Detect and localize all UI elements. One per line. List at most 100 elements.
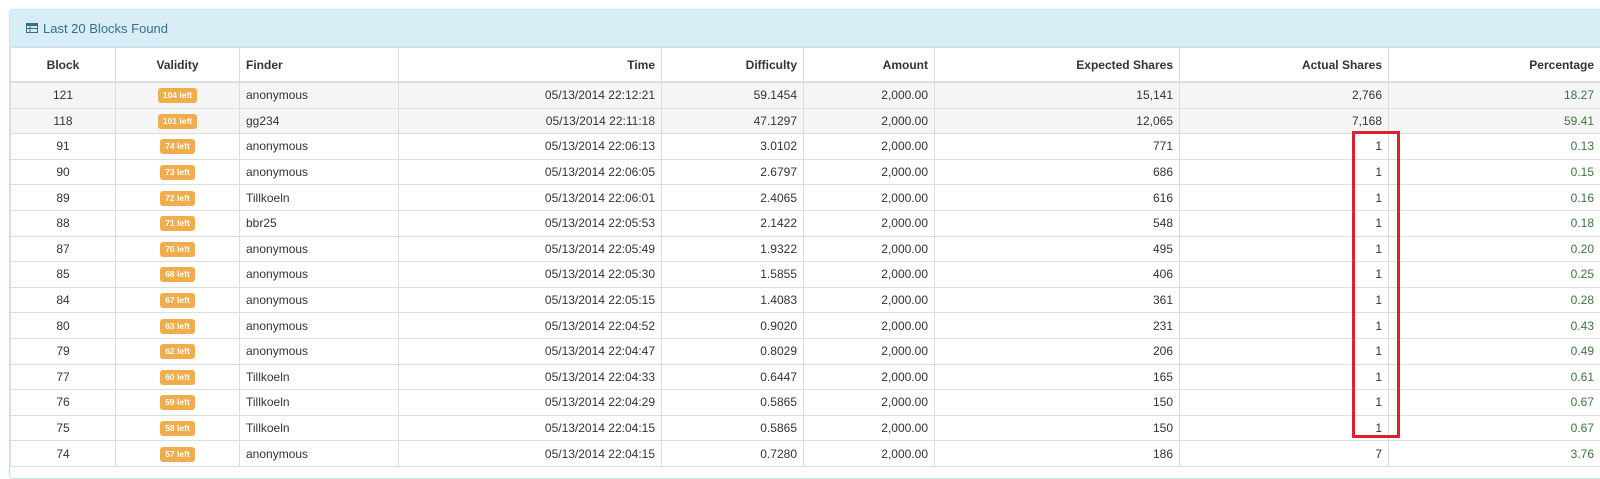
table-row: 121104 leftanonymous05/13/2014 22:12:215… — [11, 82, 1600, 108]
cell-finder[interactable]: anonymous — [240, 338, 399, 364]
cell-time: 05/13/2014 22:05:49 — [399, 236, 662, 262]
cell-expected-shares: 406 — [935, 262, 1180, 288]
cell-expected-shares: 186 — [935, 441, 1180, 467]
cell-finder[interactable]: anonymous — [240, 134, 399, 160]
table-row: 8467 leftanonymous05/13/2014 22:05:151.4… — [11, 287, 1600, 313]
cell-expected-shares: 686 — [935, 159, 1180, 185]
table-row: 9174 leftanonymous05/13/2014 22:06:133.0… — [11, 134, 1600, 160]
cell-percentage: 0.13 — [1389, 134, 1600, 160]
cell-difficulty: 2.6797 — [662, 159, 804, 185]
column-header-time[interactable]: Time — [399, 48, 662, 83]
cell-time: 05/13/2014 22:05:53 — [399, 210, 662, 236]
cell-amount: 2,000.00 — [804, 210, 935, 236]
validity-badge: 63 left — [160, 319, 195, 334]
cell-difficulty: 1.9322 — [662, 236, 804, 262]
cell-time: 05/13/2014 22:04:33 — [399, 364, 662, 390]
cell-block: 118 — [11, 108, 116, 134]
cell-finder[interactable]: anonymous — [240, 441, 399, 467]
cell-validity: 101 left — [116, 108, 240, 134]
table-row: 7558 leftTillkoeln05/13/2014 22:04:150.5… — [11, 415, 1600, 441]
cell-difficulty: 2.4065 — [662, 185, 804, 211]
cell-finder[interactable]: gg234 — [240, 108, 399, 134]
cell-finder[interactable]: Tillkoeln — [240, 415, 399, 441]
cell-block: 91 — [11, 134, 116, 160]
cell-validity: 70 left — [116, 236, 240, 262]
validity-badge: 62 left — [160, 344, 195, 359]
cell-amount: 2,000.00 — [804, 236, 935, 262]
cell-time: 05/13/2014 22:04:52 — [399, 313, 662, 339]
cell-time: 05/13/2014 22:11:18 — [399, 108, 662, 134]
cell-actual-shares: 1 — [1180, 415, 1389, 441]
cell-actual-shares: 1 — [1180, 236, 1389, 262]
cell-block: 85 — [11, 262, 116, 288]
cell-difficulty: 0.7280 — [662, 441, 804, 467]
cell-finder[interactable]: anonymous — [240, 313, 399, 339]
cell-expected-shares: 150 — [935, 390, 1180, 416]
cell-time: 05/13/2014 22:04:47 — [399, 338, 662, 364]
table-row: 8063 leftanonymous05/13/2014 22:04:520.9… — [11, 313, 1600, 339]
table-row: 8871 leftbbr2505/13/2014 22:05:532.14222… — [11, 210, 1600, 236]
column-header-block[interactable]: Block — [11, 48, 116, 83]
cell-validity: 67 left — [116, 287, 240, 313]
cell-block: 80 — [11, 313, 116, 339]
cell-validity: 72 left — [116, 185, 240, 211]
column-header-finder[interactable]: Finder — [240, 48, 399, 83]
cell-actual-shares: 1 — [1180, 262, 1389, 288]
cell-finder[interactable]: Tillkoeln — [240, 185, 399, 211]
validity-badge: 73 left — [160, 165, 195, 180]
cell-time: 05/13/2014 22:12:21 — [399, 82, 662, 108]
column-header-difficulty[interactable]: Difficulty — [662, 48, 804, 83]
blocks-table: Block Validity Finder Time Difficulty Am… — [10, 47, 1600, 467]
column-header-amount[interactable]: Amount — [804, 48, 935, 83]
cell-validity: 58 left — [116, 415, 240, 441]
cell-percentage: 0.61 — [1389, 364, 1600, 390]
column-header-expected-shares[interactable]: Expected Shares — [935, 48, 1180, 83]
validity-badge: 67 left — [160, 293, 195, 308]
table-body: 121104 leftanonymous05/13/2014 22:12:215… — [11, 82, 1600, 466]
cell-amount: 2,000.00 — [804, 82, 935, 108]
column-header-percentage[interactable]: Percentage — [1389, 48, 1600, 83]
cell-finder[interactable]: anonymous — [240, 82, 399, 108]
cell-difficulty: 0.6447 — [662, 364, 804, 390]
cell-actual-shares: 7,168 — [1180, 108, 1389, 134]
table-row: 9073 leftanonymous05/13/2014 22:06:052.6… — [11, 159, 1600, 185]
cell-finder[interactable]: anonymous — [240, 159, 399, 185]
cell-validity: 57 left — [116, 441, 240, 467]
cell-finder[interactable]: anonymous — [240, 262, 399, 288]
cell-difficulty: 47.1297 — [662, 108, 804, 134]
cell-validity: 68 left — [116, 262, 240, 288]
cell-block: 76 — [11, 390, 116, 416]
cell-finder[interactable]: bbr25 — [240, 210, 399, 236]
cell-percentage: 0.67 — [1389, 390, 1600, 416]
column-header-actual-shares[interactable]: Actual Shares — [1180, 48, 1389, 83]
cell-expected-shares: 231 — [935, 313, 1180, 339]
cell-validity: 59 left — [116, 390, 240, 416]
cell-finder[interactable]: anonymous — [240, 236, 399, 262]
cell-finder[interactable]: anonymous — [240, 287, 399, 313]
cell-block: 75 — [11, 415, 116, 441]
cell-block: 89 — [11, 185, 116, 211]
cell-amount: 2,000.00 — [804, 313, 935, 339]
cell-expected-shares: 771 — [935, 134, 1180, 160]
validity-badge: 71 left — [160, 216, 195, 231]
cell-validity: 71 left — [116, 210, 240, 236]
cell-percentage: 0.20 — [1389, 236, 1600, 262]
validity-badge: 72 left — [160, 191, 195, 206]
validity-badge: 57 left — [160, 447, 195, 462]
cell-finder[interactable]: Tillkoeln — [240, 390, 399, 416]
column-header-validity[interactable]: Validity — [116, 48, 240, 83]
cell-percentage: 0.43 — [1389, 313, 1600, 339]
validity-badge: 101 left — [158, 114, 197, 129]
validity-badge: 58 left — [160, 421, 195, 436]
cell-finder[interactable]: Tillkoeln — [240, 364, 399, 390]
cell-amount: 2,000.00 — [804, 108, 935, 134]
cell-difficulty: 1.5855 — [662, 262, 804, 288]
table-row: 8972 leftTillkoeln05/13/2014 22:06:012.4… — [11, 185, 1600, 211]
cell-amount: 2,000.00 — [804, 415, 935, 441]
cell-percentage: 0.49 — [1389, 338, 1600, 364]
cell-amount: 2,000.00 — [804, 287, 935, 313]
cell-percentage: 0.15 — [1389, 159, 1600, 185]
validity-badge: 60 left — [160, 370, 195, 385]
cell-validity: 60 left — [116, 364, 240, 390]
cell-percentage: 59.41 — [1389, 108, 1600, 134]
